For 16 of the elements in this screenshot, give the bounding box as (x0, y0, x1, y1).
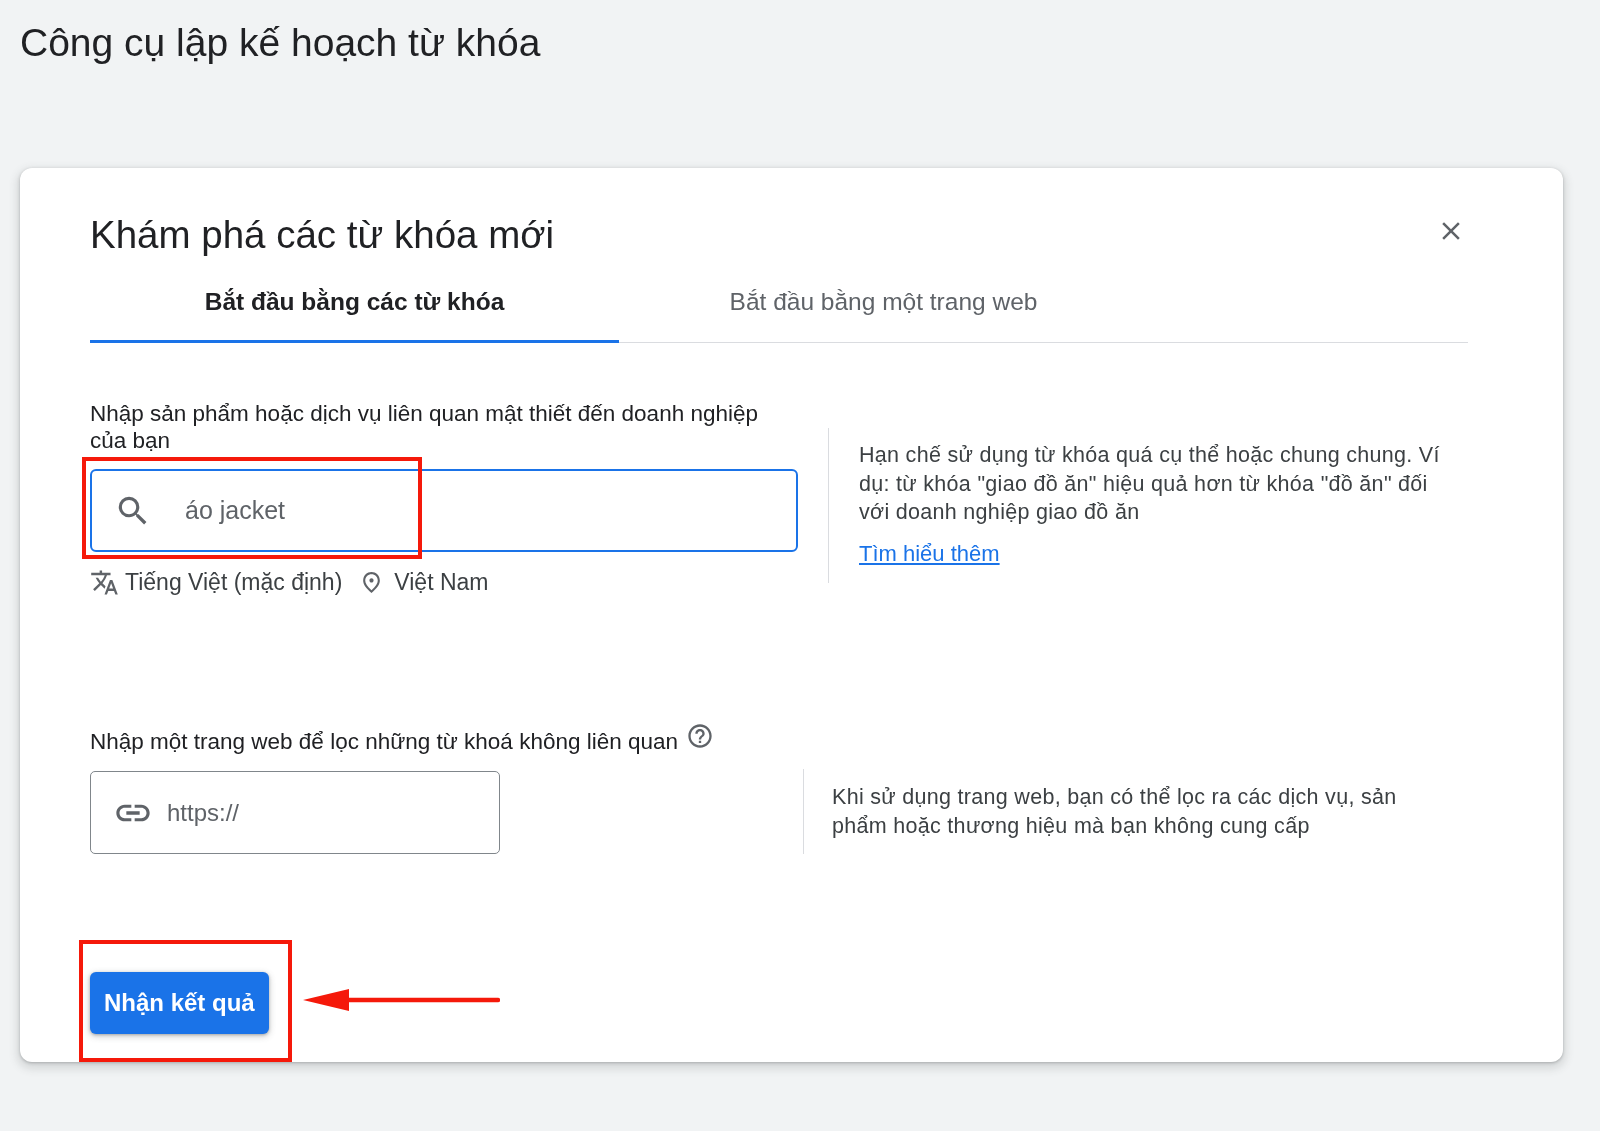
url-field[interactable]: https:// (90, 771, 500, 854)
submit-button[interactable]: Nhận kết quả (90, 972, 269, 1034)
language-label: Tiếng Việt (mặc định) (125, 568, 343, 596)
page-title: Công cụ lập kế hoạch từ khóa (20, 20, 541, 66)
dialog-title: Khám phá các từ khóa mới (90, 212, 555, 258)
help-icon[interactable] (686, 722, 714, 750)
tab[interactable]: Bắt đầu bằng các từ khóa (90, 281, 619, 343)
learn-more-link[interactable]: Tìm hiểu thêm (859, 539, 1000, 568)
website-field-label: Nhập một trang web để lọc những từ khoá không liên quan (90, 728, 678, 756)
hint-text: Khi sử dụng trang web, bạn có thể lọc ra các dịch vụ, sản phẩm hoặc thương hiệu mà bạn không cung cấp (832, 784, 1398, 840)
keyword-field-label: Nhập sản phẩm hoặc dịch vụ liên quan mật thiết đến doanh nghiệp của bạn (90, 400, 759, 454)
tab[interactable]: Bắt đầu bằng một trang web (619, 281, 1148, 343)
hint-text: Hạn chế sử dụng từ khóa quá cụ thể hoặc chung chung. Ví dụ: từ khóa "giao đồ ăn" hiệu quả hơn từ khóa "đồ ăn" đối với doanh nghiệp giao đồ ăn (859, 442, 1441, 526)
location-label: Việt Nam (394, 568, 489, 596)
search-field[interactable]: áo jacket (90, 469, 798, 552)
translate-icon (90, 567, 119, 597)
